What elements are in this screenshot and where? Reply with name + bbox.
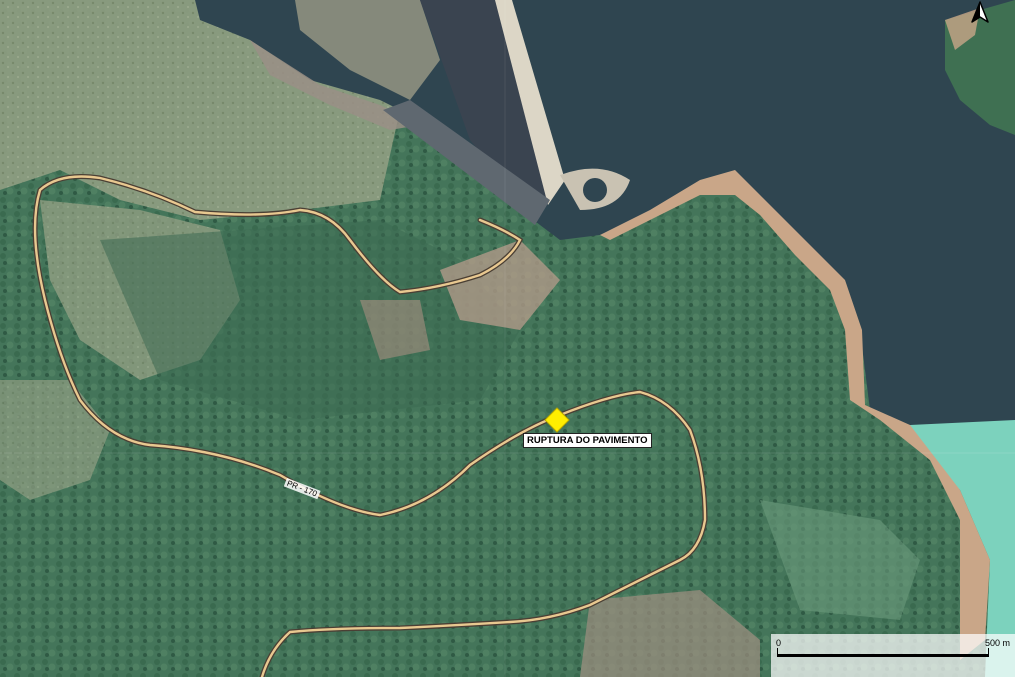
scale-end-label: 500 m — [984, 638, 1010, 648]
satellite-map[interactable]: RUPTURA DO PAVIMENTO PR - 170 0 500 m — [0, 0, 1015, 677]
scale-bar-line — [777, 654, 989, 657]
scale-start-label: 0 — [776, 638, 782, 648]
north-arrow-icon — [966, 0, 994, 26]
marker-label: RUPTURA DO PAVIMENTO — [523, 433, 652, 448]
scale-tick-end — [988, 648, 989, 657]
scale-bar: 0 500 m — [771, 634, 1015, 677]
satellite-imagery — [0, 0, 1015, 677]
